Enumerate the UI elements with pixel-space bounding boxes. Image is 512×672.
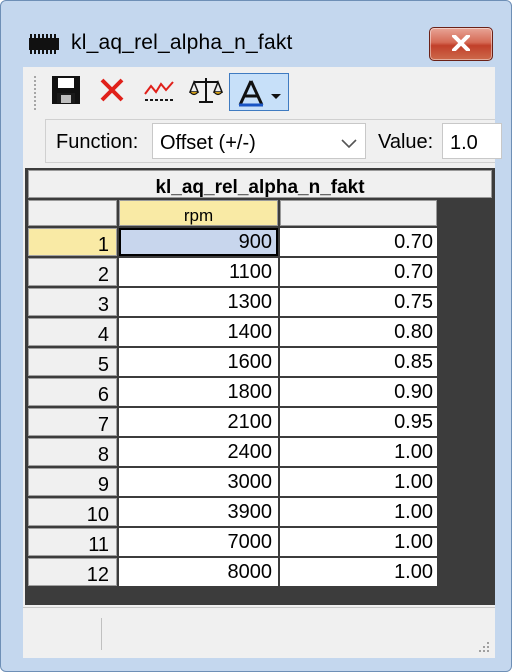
column-header-value[interactable] — [280, 200, 437, 226]
row-header[interactable]: 8 — [28, 438, 117, 466]
rpm-cell[interactable]: 7000 — [119, 528, 278, 556]
row-header[interactable]: 6 — [28, 378, 117, 406]
column-header-rpm[interactable]: rpm — [119, 200, 278, 226]
map-table: kl_aq_rel_alpha_n_fakt rpm 1 900 0.70 2 1100… — [25, 168, 495, 605]
chip-icon — [29, 34, 59, 54]
table-caption: kl_aq_rel_alpha_n_fakt — [28, 170, 492, 198]
row-header[interactable]: 2 — [28, 258, 117, 286]
row-header[interactable]: 1 — [28, 228, 117, 256]
row-header[interactable]: 4 — [28, 318, 117, 346]
rpm-cell[interactable]: 3900 — [119, 498, 278, 526]
scales-icon — [188, 75, 224, 110]
row-header[interactable]: 5 — [28, 348, 117, 376]
rpm-cell[interactable]: 3000 — [119, 468, 278, 496]
value-cell[interactable]: 1.00 — [280, 468, 437, 496]
rpm-cell[interactable]: 1400 — [119, 318, 278, 346]
function-select-value: Offset (+/-) — [160, 132, 256, 154]
value-cell[interactable]: 1.00 — [280, 528, 437, 556]
save-button[interactable] — [47, 73, 85, 111]
value-input-text: 1.0 — [450, 132, 478, 154]
balance-button[interactable] — [187, 73, 225, 111]
value-cell[interactable]: 0.95 — [280, 408, 437, 436]
rpm-cell[interactable]: 1100 — [119, 258, 278, 286]
value-cell[interactable]: 0.90 — [280, 378, 437, 406]
row-header[interactable]: 11 — [28, 528, 117, 556]
toolbar — [23, 67, 495, 117]
value-cell[interactable]: 0.70 — [280, 228, 437, 256]
value-cell[interactable]: 0.85 — [280, 348, 437, 376]
row-header[interactable]: 10 — [28, 498, 117, 526]
value-cell[interactable]: 0.75 — [280, 288, 437, 316]
close-button[interactable] — [429, 27, 493, 61]
value-label: Value: — [378, 131, 434, 153]
function-select[interactable]: Offset (+/-) — [152, 123, 366, 159]
rpm-cell[interactable]: 900 — [119, 228, 278, 256]
rpm-cell[interactable]: 1800 — [119, 378, 278, 406]
delete-button[interactable] — [93, 73, 131, 111]
value-cell[interactable]: 1.00 — [280, 498, 437, 526]
status-bar — [23, 607, 495, 658]
red-x-icon — [98, 76, 126, 109]
interpolation-button[interactable] — [229, 73, 289, 111]
table-editor-window: kl_aq_rel_alpha_n_fakt Function: Offset … — [0, 0, 512, 672]
rpm-cell[interactable]: 2100 — [119, 408, 278, 436]
window-title: kl_aq_rel_alpha_n_fakt — [71, 31, 293, 54]
client-area: Function: Offset (+/-) Value: 1.0 kl_aq_… — [23, 67, 502, 658]
row-header[interactable]: 7 — [28, 408, 117, 436]
value-cell[interactable]: 1.00 — [280, 438, 437, 466]
row-header[interactable]: 12 — [28, 558, 117, 586]
table-corner-cell — [28, 200, 117, 226]
chevron-down-icon — [341, 136, 357, 154]
interpolation-tool-icon — [236, 78, 266, 113]
function-bar: Function: Offset (+/-) Value: 1.0 — [45, 119, 502, 163]
rpm-cell[interactable]: 1300 — [119, 288, 278, 316]
rpm-cell[interactable]: 8000 — [119, 558, 278, 586]
function-label: Function: — [56, 131, 139, 153]
title-bar[interactable]: kl_aq_rel_alpha_n_fakt — [1, 1, 511, 67]
rpm-cell[interactable]: 1600 — [119, 348, 278, 376]
line-graph-icon — [143, 76, 175, 109]
chevron-down-icon — [270, 88, 282, 106]
value-cell[interactable]: 0.80 — [280, 318, 437, 346]
toolbar-grip[interactable] — [33, 75, 37, 111]
rpm-cell[interactable]: 2400 — [119, 438, 278, 466]
resize-grip-icon[interactable] — [475, 638, 491, 654]
status-separator — [101, 618, 102, 650]
row-header[interactable]: 9 — [28, 468, 117, 496]
graph-button[interactable] — [139, 73, 179, 111]
value-cell[interactable]: 1.00 — [280, 558, 437, 586]
floppy-disk-icon — [51, 75, 81, 110]
row-header[interactable]: 3 — [28, 288, 117, 316]
value-cell[interactable]: 0.70 — [280, 258, 437, 286]
value-input[interactable]: 1.0 — [442, 123, 502, 159]
